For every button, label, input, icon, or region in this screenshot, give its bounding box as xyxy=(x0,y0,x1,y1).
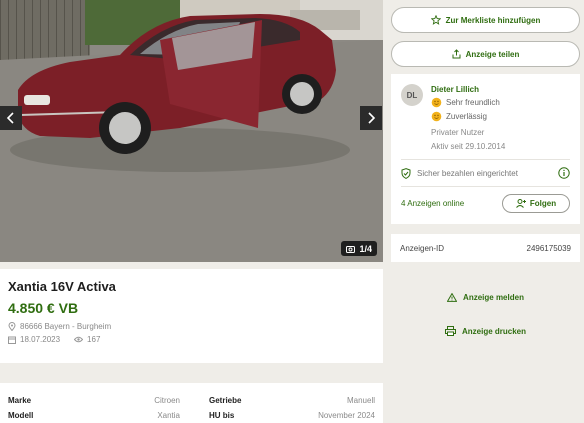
seller-name[interactable]: Dieter Lillich xyxy=(431,85,505,94)
detail-value: November 2024 xyxy=(318,411,375,420)
report-label: Anzeige melden xyxy=(463,292,524,302)
listing-date: 18.07.2023 xyxy=(20,335,61,344)
smiley-icon xyxy=(431,111,442,122)
warning-icon xyxy=(447,292,458,302)
star-icon xyxy=(430,15,441,25)
follow-label: Folgen xyxy=(529,198,557,208)
ad-id-row: Anzeigen-ID 2496175039 xyxy=(391,234,580,262)
image-gallery[interactable]: 1/4 xyxy=(0,0,383,262)
listing-views: 167 xyxy=(87,335,101,344)
eye-icon xyxy=(74,336,84,343)
camera-icon xyxy=(346,245,356,253)
detail-value: Manuell xyxy=(346,396,375,405)
location-pin-icon xyxy=(8,322,16,331)
report-ad-button[interactable]: Anzeige melden xyxy=(391,287,580,307)
seller-avatar: DL xyxy=(401,84,423,106)
car-photo xyxy=(0,0,383,262)
shield-icon xyxy=(401,167,411,179)
follow-button[interactable]: Folgen xyxy=(502,193,570,213)
person-plus-icon xyxy=(516,198,526,208)
details-row: Marke Citroen Getriebe Manuell xyxy=(8,393,375,408)
next-image-button[interactable] xyxy=(360,106,382,130)
image-counter: 1/4 xyxy=(341,241,377,256)
seller-type: Privater Nutzer xyxy=(431,128,485,137)
detail-label: Marke xyxy=(8,396,32,405)
calendar-icon xyxy=(8,336,16,344)
share-icon xyxy=(452,49,461,59)
printer-icon xyxy=(444,326,456,336)
listing-info: Xantia 16V Activa 4.850 € VB 86666 Bayer… xyxy=(0,269,383,363)
print-ad-button[interactable]: Anzeige drucken xyxy=(391,321,580,341)
info-icon[interactable] xyxy=(558,167,570,179)
seller-card: DL Dieter Lillich Sehr freundlich Zuverl… xyxy=(391,74,580,224)
secure-payment-row: Sicher bezahlen eingerichtet xyxy=(401,160,570,186)
smiley-icon xyxy=(431,97,442,108)
details-row: Modell Xantia HU bis November 2024 xyxy=(8,408,375,423)
previous-image-button[interactable] xyxy=(0,106,22,130)
detail-value: Xantia xyxy=(157,411,180,420)
vehicle-details: Marke Citroen Getriebe Manuell Modell Xa… xyxy=(0,383,383,423)
print-label: Anzeige drucken xyxy=(461,326,526,336)
watchlist-label: Zur Merkliste hinzufügen xyxy=(445,15,541,25)
badge-reliable-label: Zuverlässig xyxy=(446,112,487,121)
ad-id-label: Anzeigen-ID xyxy=(400,243,445,253)
image-counter-text: 1/4 xyxy=(359,243,372,254)
detail-label: HU bis xyxy=(209,411,235,420)
badge-friendly: Sehr freundlich xyxy=(431,97,505,108)
badge-reliable: Zuverlässig xyxy=(431,111,505,122)
share-label: Anzeige teilen xyxy=(465,49,520,59)
ads-online-link[interactable]: 4 Anzeigen online xyxy=(401,199,464,208)
add-to-watchlist-button[interactable]: Zur Merkliste hinzufügen xyxy=(391,7,580,33)
listing-price: 4.850 € VB xyxy=(8,300,79,316)
ad-id-value: 2496175039 xyxy=(526,243,572,253)
detail-label: Getriebe xyxy=(209,396,242,405)
detail-label: Modell xyxy=(8,411,34,420)
badge-friendly-label: Sehr freundlich xyxy=(446,98,500,107)
seller-active-since: Aktiv seit 29.10.2014 xyxy=(431,142,506,151)
secure-payment-label: Sicher bezahlen eingerichtet xyxy=(417,168,518,178)
listing-title: Xantia 16V Activa xyxy=(8,279,116,294)
listing-location: 86666 Bayern - Burgheim xyxy=(20,322,112,331)
chevron-left-icon xyxy=(6,112,14,124)
share-ad-button[interactable]: Anzeige teilen xyxy=(391,41,580,67)
detail-value: Citroen xyxy=(154,396,180,405)
chevron-right-icon xyxy=(368,112,376,124)
